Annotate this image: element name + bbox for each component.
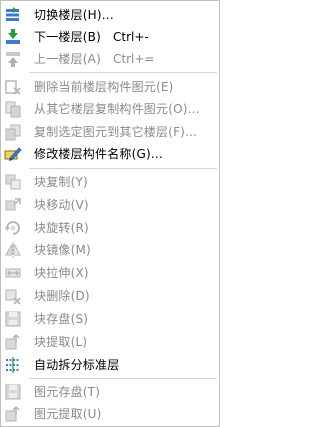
menu-item-label: 修改楼层构件名称(G)... (34, 147, 163, 161)
menu-item-label: 切换楼层(H)... (34, 8, 114, 22)
block-save-icon (4, 310, 22, 328)
floor-context-menu: 切换楼层(H)... 下一楼层(B) Ctrl+- 上一楼层(A) Ctrl+= (0, 0, 220, 427)
menu-item-shortcut: Ctrl+- (113, 30, 149, 44)
menu-item-block-rotate[interactable]: 块旋转(R) (1, 217, 219, 239)
block-mirror-icon (4, 241, 22, 259)
menu-item-label: 从其它楼层复制构件图元(O)... (34, 102, 200, 116)
menu-item-label: 块提取(L) (34, 335, 88, 349)
menu-item-label: 块移动(V) (34, 198, 89, 212)
menu-item-copy-to-floor[interactable]: 复制选定图元到其它楼层(F)... (1, 121, 219, 143)
menu-item-delete-floor-components[interactable]: 删除当前楼层构件图元(E) (1, 76, 219, 98)
menu-item-label: 块旋转(R) (34, 221, 89, 235)
menu-item-element-save[interactable]: 图元存盘(T) (1, 381, 219, 403)
menu-separator (29, 168, 217, 169)
menu-item-next-floor[interactable]: 下一楼层(B) Ctrl+- (1, 26, 219, 48)
menu-item-block-copy[interactable]: 块复制(Y) (1, 171, 219, 193)
menu-item-label: 删除当前楼层构件图元(E) (34, 80, 174, 94)
block-move-icon (4, 196, 22, 214)
menu-item-switch-floor[interactable]: 切换楼层(H)... (1, 4, 219, 26)
menu-item-prev-floor[interactable]: 上一楼层(A) Ctrl+= (1, 48, 219, 70)
menu-item-element-extract[interactable]: 图元提取(U) (1, 403, 219, 425)
element-extract-icon (4, 405, 22, 423)
copy-to-floor-icon (4, 123, 22, 141)
menu-item-block-move[interactable]: 块移动(V) (1, 194, 219, 216)
block-delete-icon (4, 287, 22, 305)
menu-separator (29, 378, 217, 379)
menu-item-label: 块复制(Y) (34, 175, 88, 189)
menu-item-block-save[interactable]: 块存盘(S) (1, 308, 219, 330)
menu-item-label: 块存盘(S) (34, 312, 89, 326)
menu-item-label: 自动拆分标准层 (34, 358, 120, 372)
menu-separator (29, 72, 217, 73)
menu-item-shortcut: Ctrl+= (113, 52, 155, 66)
block-rotate-icon (4, 219, 22, 237)
menu-item-block-stretch[interactable]: 块拉伸(X) (1, 262, 219, 284)
menu-item-label: 块镜像(M) (34, 243, 91, 257)
menu-item-label: 块拉伸(X) (34, 266, 89, 280)
element-save-icon (4, 383, 22, 401)
delete-floor-components-icon (4, 78, 22, 96)
auto-split-floor-icon (4, 356, 22, 374)
menu-item-block-mirror[interactable]: 块镜像(M) (1, 239, 219, 261)
block-stretch-icon (4, 264, 22, 282)
menu-item-label: 上一楼层(A) (34, 52, 101, 66)
menu-item-label: 图元提取(U) (34, 407, 102, 421)
menu-item-label: 图元存盘(T) (34, 385, 101, 399)
menu-item-block-extract[interactable]: 块提取(L) (1, 331, 219, 353)
menu-item-rename-components[interactable]: 修改楼层构件名称(G)... (1, 143, 219, 165)
rename-components-icon (4, 145, 22, 163)
menu-item-copy-from-floor[interactable]: 从其它楼层复制构件图元(O)... (1, 98, 219, 120)
block-copy-icon (4, 173, 22, 191)
floor-switch-icon (4, 6, 22, 24)
prev-floor-icon (4, 50, 22, 68)
menu-item-label: 块删除(D) (34, 289, 90, 303)
copy-from-floor-icon (4, 100, 22, 118)
menu-item-block-delete[interactable]: 块删除(D) (1, 285, 219, 307)
menu-item-label: 下一楼层(B) (34, 30, 101, 44)
menu-item-label: 复制选定图元到其它楼层(F)... (34, 125, 198, 139)
next-floor-icon (4, 28, 22, 46)
menu-item-auto-split-floor[interactable]: 自动拆分标准层 (1, 354, 219, 376)
block-extract-icon (4, 333, 22, 351)
